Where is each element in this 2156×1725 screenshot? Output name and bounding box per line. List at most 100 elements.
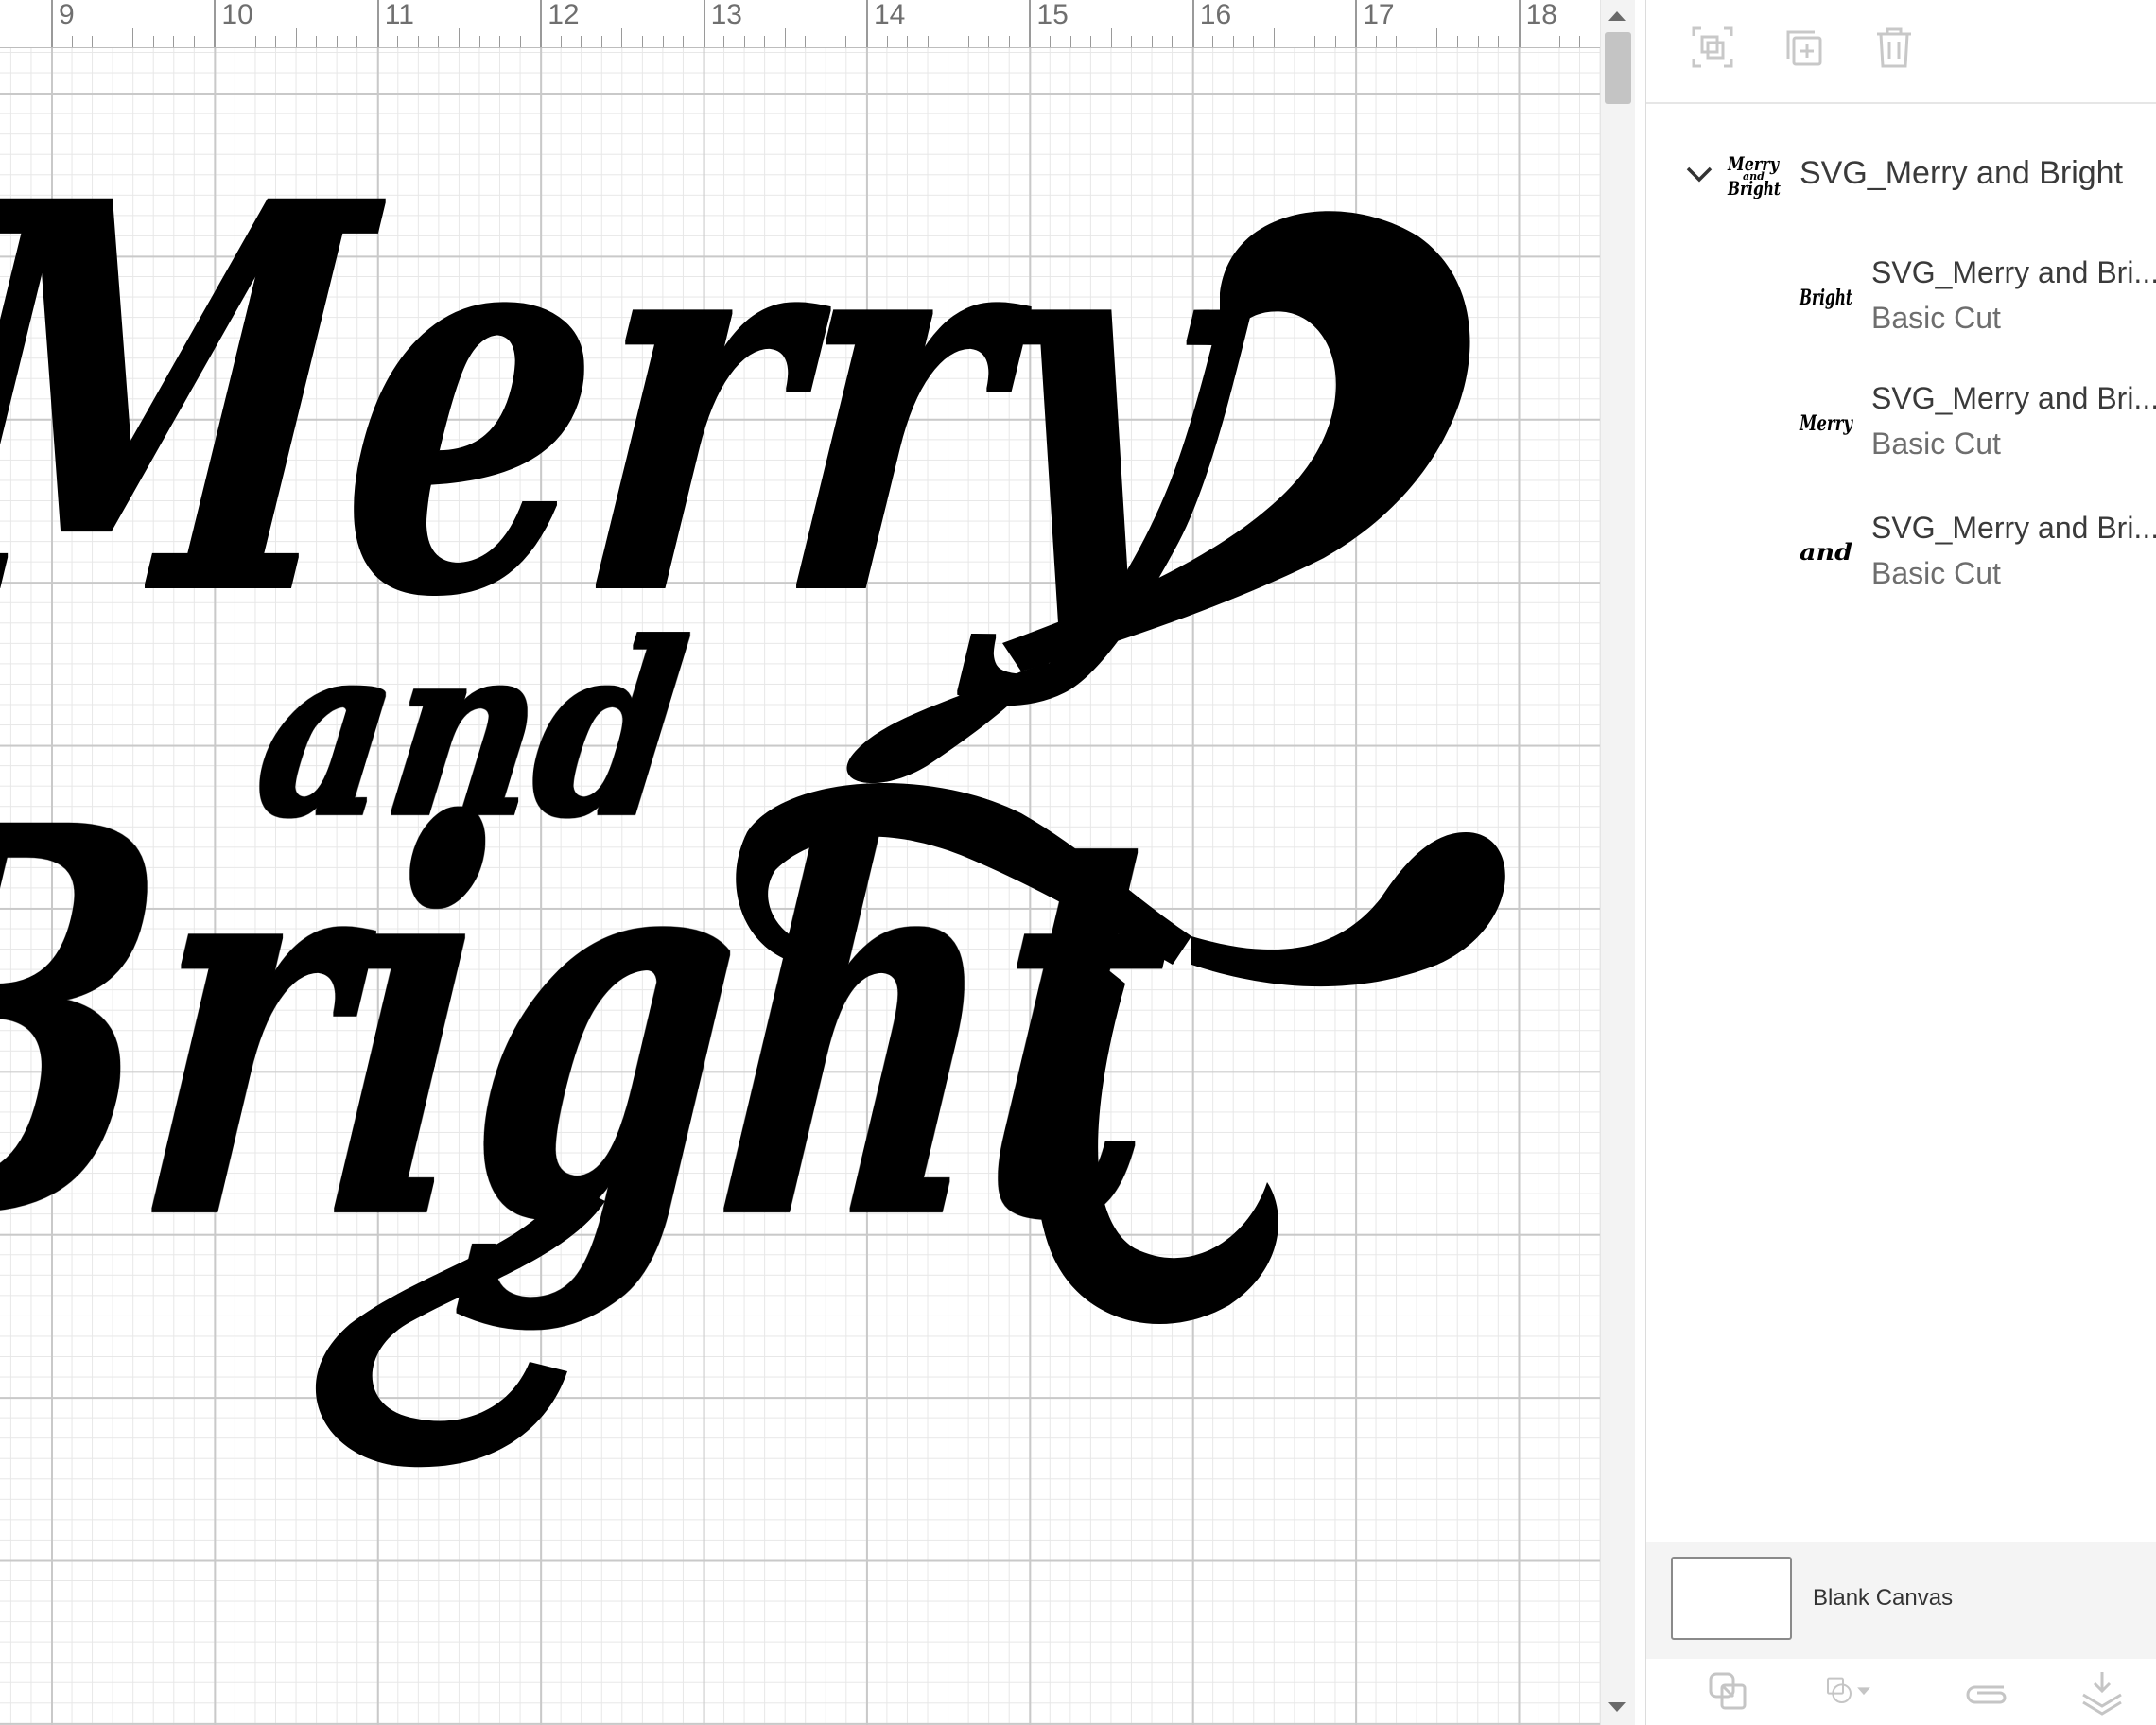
flatten-icon[interactable] bbox=[2078, 1666, 2127, 1716]
ruler-label: 10 bbox=[221, 0, 253, 30]
ruler-tick-minor bbox=[71, 36, 73, 47]
ruler-tick-minor bbox=[336, 36, 338, 47]
attach-icon[interactable] bbox=[1962, 1666, 2011, 1716]
ruler-tick-minor bbox=[967, 36, 969, 47]
layer-item[interactable]: Merry SVG_Merry and Bri... Basic Cut bbox=[1646, 381, 2156, 485]
ruler-tick-minor bbox=[1172, 36, 1174, 47]
ruler-tick-minor bbox=[275, 36, 277, 47]
ruler-tick-minor bbox=[1212, 36, 1214, 47]
ruler-tick-major bbox=[51, 0, 53, 47]
ruler-tick-minor bbox=[743, 36, 745, 47]
ruler-tick-minor bbox=[295, 28, 297, 47]
ruler-tick-major bbox=[376, 0, 379, 47]
ruler-tick-minor bbox=[173, 36, 175, 47]
ruler-tick-minor bbox=[1110, 28, 1112, 47]
ruler-tick-minor bbox=[519, 36, 521, 47]
slice-icon[interactable] bbox=[1703, 1666, 1752, 1716]
ruler-tick-minor bbox=[805, 36, 807, 47]
svg-text:Bright: Bright bbox=[1727, 177, 1781, 199]
ruler-tick-minor bbox=[1396, 36, 1398, 47]
design-canvas[interactable]: 9 10 11 12 13 14 15 16 17 18 Merry and Bri bbox=[0, 0, 1600, 1725]
ruler-tick-major bbox=[1029, 0, 1032, 47]
ruler-tick-minor bbox=[1253, 36, 1255, 47]
layer-item[interactable]: and SVG_Merry and Bri... Basic Cut bbox=[1646, 511, 2156, 615]
horizontal-ruler: 9 10 11 12 13 14 15 16 17 18 bbox=[0, 0, 1600, 48]
layer-name: SVG_Merry and Bri... bbox=[1871, 381, 2156, 415]
ruler-tick-minor bbox=[784, 28, 786, 47]
layer-thumbnail: and bbox=[1798, 531, 1856, 569]
ruler-tick-minor bbox=[254, 36, 256, 47]
ruler-tick-minor bbox=[1498, 36, 1500, 47]
svg-text:and: and bbox=[1800, 538, 1852, 566]
ruler-tick-major bbox=[1518, 0, 1521, 47]
svg-text:Merry: Merry bbox=[1799, 411, 1853, 436]
ruler-tick-major bbox=[1191, 0, 1194, 47]
ruler-tick-minor bbox=[193, 36, 195, 47]
ruler-tick-major bbox=[214, 0, 217, 47]
layer-name: SVG_Merry and Bri... bbox=[1871, 255, 2156, 289]
ruler-tick-minor bbox=[417, 36, 419, 47]
ruler-tick-minor bbox=[1436, 28, 1438, 47]
ruler-tick-minor bbox=[641, 36, 643, 47]
blank-canvas-label: Blank Canvas bbox=[1813, 1585, 1954, 1611]
layer-operation: Basic Cut bbox=[1871, 301, 2001, 335]
ruler-tick-minor bbox=[1558, 36, 1560, 47]
ruler-label: 15 bbox=[1036, 0, 1069, 30]
ruler-label: 11 bbox=[384, 0, 414, 30]
ruler-tick-minor bbox=[1274, 28, 1275, 47]
ruler-tick-minor bbox=[152, 36, 154, 47]
ruler-label: 12 bbox=[548, 0, 580, 30]
ruler-tick-minor bbox=[1232, 36, 1234, 47]
ruler-tick-minor bbox=[886, 36, 888, 47]
layer-item[interactable]: Bright SVG_Merry and Bri... Basic Cut bbox=[1646, 255, 2156, 359]
duplicate-icon[interactable] bbox=[1779, 23, 1828, 72]
ruler-tick-minor bbox=[927, 36, 929, 47]
ruler-tick-minor bbox=[1375, 36, 1377, 47]
ruler-tick-minor bbox=[1049, 36, 1051, 47]
combine-icon[interactable] bbox=[1824, 1666, 1898, 1716]
layer-group-row[interactable]: Merry and Bright SVG_Merry and Bright bbox=[1646, 142, 2156, 208]
layer-operation: Basic Cut bbox=[1871, 427, 2001, 461]
ruler-tick-minor bbox=[621, 28, 623, 47]
scroll-down-arrow-icon[interactable] bbox=[1608, 1702, 1626, 1712]
ruler-tick-minor bbox=[132, 28, 134, 47]
ruler-tick-minor bbox=[356, 36, 358, 47]
ruler-label: 18 bbox=[1525, 0, 1557, 30]
ruler-tick-minor bbox=[581, 36, 582, 47]
scroll-thumb[interactable] bbox=[1605, 32, 1631, 104]
ruler-tick-minor bbox=[1069, 36, 1071, 47]
layers-bottom-toolbar bbox=[1646, 1659, 2156, 1725]
ruler-tick-minor bbox=[1151, 36, 1153, 47]
canvas-vertical-scrollbar[interactable] bbox=[1600, 0, 1635, 1725]
ruler-tick-minor bbox=[662, 36, 664, 47]
delete-icon[interactable] bbox=[1869, 23, 1919, 72]
ruler-label: 14 bbox=[874, 0, 906, 30]
canvas-color-swatch[interactable] bbox=[1671, 1557, 1792, 1640]
ruler-tick-major bbox=[1355, 0, 1358, 47]
ruler-tick-minor bbox=[499, 36, 501, 47]
ruler-label: 17 bbox=[1363, 0, 1395, 30]
layers-toolbar bbox=[1646, 0, 2156, 104]
ruler-tick-minor bbox=[907, 36, 909, 47]
chevron-down-icon[interactable] bbox=[1680, 155, 1718, 193]
ruler-tick-minor bbox=[1579, 36, 1581, 47]
ruler-tick-minor bbox=[1090, 36, 1092, 47]
ruler-tick-minor bbox=[600, 36, 602, 47]
blank-canvas-row[interactable]: Blank Canvas bbox=[1646, 1542, 2156, 1659]
ruler-tick-minor bbox=[92, 36, 94, 47]
ruler-tick-minor bbox=[478, 36, 480, 47]
group-icon[interactable] bbox=[1688, 23, 1737, 72]
ruler-tick-minor bbox=[438, 36, 440, 47]
ruler-tick-major bbox=[703, 0, 705, 47]
artwork-merry-and-bright[interactable]: Merry and Bright bbox=[0, 113, 1560, 1608]
ruler-tick-major bbox=[866, 0, 868, 47]
ruler-tick-minor bbox=[560, 36, 562, 47]
svg-text:Bright: Bright bbox=[1799, 286, 1852, 310]
layer-thumbnail: Merry bbox=[1798, 402, 1856, 440]
ruler-tick-minor bbox=[397, 36, 399, 47]
ruler-label: 9 bbox=[59, 0, 75, 30]
layers-panel: Merry and Bright SVG_Merry and Bright Br… bbox=[1645, 0, 2156, 1725]
scroll-up-arrow-icon[interactable] bbox=[1608, 11, 1626, 21]
ruler-tick-minor bbox=[1314, 36, 1316, 47]
ruler-tick-minor bbox=[1477, 36, 1479, 47]
